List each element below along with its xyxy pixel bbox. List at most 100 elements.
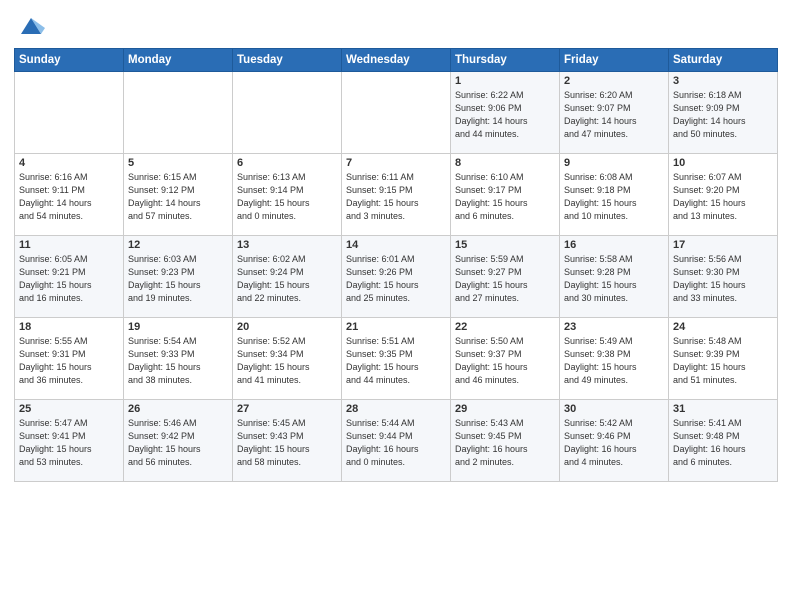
header — [14, 10, 778, 40]
day-number: 17 — [673, 239, 773, 251]
calendar-day: 30Sunrise: 5:42 AM Sunset: 9:46 PM Dayli… — [560, 400, 669, 482]
calendar-day: 15 Sunrise: 5:59 AM Sunset: 9:27 PM Dayli… — [451, 236, 560, 318]
day-number: 24 — [673, 321, 773, 333]
day-number: 27 — [237, 403, 337, 415]
day-info: Sunrise: 5:55 AM Sunset: 9:31 PM Dayligh… — [19, 335, 119, 387]
day-info: Sunrise: 6:01 AM Sunset: 9:26 PM Dayligh… — [346, 253, 446, 305]
logo-icon — [17, 12, 45, 40]
weekday-header: Saturday — [669, 49, 778, 72]
calendar-day: 23 Sunrise: 5:49 AM Sunset: 9:38 PM Dayli… — [560, 318, 669, 400]
day-info: Sunrise: 5:51 AM Sunset: 9:35 PM Dayligh… — [346, 335, 446, 387]
day-number: 10 — [673, 157, 773, 169]
day-info: Sunrise: 5:43 AM Sunset: 9:45 PM Dayligh… — [455, 417, 555, 469]
day-info: Sunrise: 6:02 AM Sunset: 9:24 PM Dayligh… — [237, 253, 337, 305]
day-number: 23 — [564, 321, 664, 333]
day-info: Sunrise: 5:48 AM Sunset: 9:39 PM Dayligh… — [673, 335, 773, 387]
day-number: 12 — [128, 239, 228, 251]
day-number: 22 — [455, 321, 555, 333]
weekday-header: Friday — [560, 49, 669, 72]
calendar-day: 24 Sunrise: 5:48 AM Sunset: 9:39 PM Dayli… — [669, 318, 778, 400]
day-number: 25 — [19, 403, 119, 415]
calendar-day: 21 Sunrise: 5:51 AM Sunset: 9:35 PM Dayli… — [342, 318, 451, 400]
day-number: 30 — [564, 403, 664, 415]
calendar-day: 7 Sunrise: 6:11 AM Sunset: 9:15 PM Daylig… — [342, 154, 451, 236]
calendar-day: 22 Sunrise: 5:50 AM Sunset: 9:37 PM Dayli… — [451, 318, 560, 400]
calendar-day: 26 Sunrise: 5:46 AM Sunset: 9:42 PM Dayli… — [124, 400, 233, 482]
calendar-week: 11Sunrise: 6:05 AM Sunset: 9:21 PM Dayli… — [15, 236, 778, 318]
day-number: 6 — [237, 157, 337, 169]
calendar-day: 1Sunrise: 6:22 AM Sunset: 9:06 PM Daylig… — [451, 72, 560, 154]
day-info: Sunrise: 6:11 AM Sunset: 9:15 PM Dayligh… — [346, 171, 446, 223]
calendar-day: 3 Sunrise: 6:18 AM Sunset: 9:09 PM Daylig… — [669, 72, 778, 154]
calendar-week: 4 Sunrise: 6:16 AM Sunset: 9:11 PM Daylig… — [15, 154, 778, 236]
day-info: Sunrise: 6:22 AM Sunset: 9:06 PM Dayligh… — [455, 89, 555, 141]
calendar-day: 28Sunrise: 5:44 AM Sunset: 9:44 PM Dayli… — [342, 400, 451, 482]
day-info: Sunrise: 6:07 AM Sunset: 9:20 PM Dayligh… — [673, 171, 773, 223]
calendar-week: 1Sunrise: 6:22 AM Sunset: 9:06 PM Daylig… — [15, 72, 778, 154]
day-number: 3 — [673, 75, 773, 87]
calendar-day — [233, 72, 342, 154]
day-number: 31 — [673, 403, 773, 415]
day-info: Sunrise: 5:41 AM Sunset: 9:48 PM Dayligh… — [673, 417, 773, 469]
day-number: 28 — [346, 403, 446, 415]
day-info: Sunrise: 5:52 AM Sunset: 9:34 PM Dayligh… — [237, 335, 337, 387]
day-info: Sunrise: 6:20 AM Sunset: 9:07 PM Dayligh… — [564, 89, 664, 141]
day-info: Sunrise: 6:08 AM Sunset: 9:18 PM Dayligh… — [564, 171, 664, 223]
day-number: 9 — [564, 157, 664, 169]
calendar-day: 29Sunrise: 5:43 AM Sunset: 9:45 PM Dayli… — [451, 400, 560, 482]
header-row: SundayMondayTuesdayWednesdayThursdayFrid… — [15, 49, 778, 72]
day-info: Sunrise: 5:50 AM Sunset: 9:37 PM Dayligh… — [455, 335, 555, 387]
day-number: 21 — [346, 321, 446, 333]
day-info: Sunrise: 5:49 AM Sunset: 9:38 PM Dayligh… — [564, 335, 664, 387]
day-number: 4 — [19, 157, 119, 169]
calendar-day: 4 Sunrise: 6:16 AM Sunset: 9:11 PM Daylig… — [15, 154, 124, 236]
calendar-day: 9 Sunrise: 6:08 AM Sunset: 9:18 PM Daylig… — [560, 154, 669, 236]
day-number: 26 — [128, 403, 228, 415]
calendar-day: 18Sunrise: 5:55 AM Sunset: 9:31 PM Dayli… — [15, 318, 124, 400]
calendar-day: 25 Sunrise: 5:47 AM Sunset: 9:41 PM Dayli… — [15, 400, 124, 482]
day-number: 2 — [564, 75, 664, 87]
calendar-week: 25 Sunrise: 5:47 AM Sunset: 9:41 PM Dayli… — [15, 400, 778, 482]
calendar-page: SundayMondayTuesdayWednesdayThursdayFrid… — [0, 0, 792, 612]
day-info: Sunrise: 5:47 AM Sunset: 9:41 PM Dayligh… — [19, 417, 119, 469]
calendar-day: 31 Sunrise: 5:41 AM Sunset: 9:48 PM Dayli… — [669, 400, 778, 482]
day-number: 5 — [128, 157, 228, 169]
weekday-header: Tuesday — [233, 49, 342, 72]
day-number: 19 — [128, 321, 228, 333]
weekday-header: Sunday — [15, 49, 124, 72]
day-number: 15 — [455, 239, 555, 251]
day-info: Sunrise: 6:05 AM Sunset: 9:21 PM Dayligh… — [19, 253, 119, 305]
calendar-day: 2 Sunrise: 6:20 AM Sunset: 9:07 PM Daylig… — [560, 72, 669, 154]
day-number: 7 — [346, 157, 446, 169]
day-info: Sunrise: 6:18 AM Sunset: 9:09 PM Dayligh… — [673, 89, 773, 141]
weekday-header: Monday — [124, 49, 233, 72]
calendar-day: 13 Sunrise: 6:02 AM Sunset: 9:24 PM Dayli… — [233, 236, 342, 318]
calendar-day — [124, 72, 233, 154]
calendar-day: 27 Sunrise: 5:45 AM Sunset: 9:43 PM Dayli… — [233, 400, 342, 482]
calendar-day: 10 Sunrise: 6:07 AM Sunset: 9:20 PM Dayli… — [669, 154, 778, 236]
day-number: 20 — [237, 321, 337, 333]
calendar-day: 5 Sunrise: 6:15 AM Sunset: 9:12 PM Daylig… — [124, 154, 233, 236]
weekday-header: Thursday — [451, 49, 560, 72]
day-info: Sunrise: 6:03 AM Sunset: 9:23 PM Dayligh… — [128, 253, 228, 305]
day-info: Sunrise: 5:56 AM Sunset: 9:30 PM Dayligh… — [673, 253, 773, 305]
calendar-table: SundayMondayTuesdayWednesdayThursdayFrid… — [14, 48, 778, 482]
day-info: Sunrise: 6:15 AM Sunset: 9:12 PM Dayligh… — [128, 171, 228, 223]
calendar-day — [15, 72, 124, 154]
day-info: Sunrise: 6:13 AM Sunset: 9:14 PM Dayligh… — [237, 171, 337, 223]
calendar-day: 8Sunrise: 6:10 AM Sunset: 9:17 PM Daylig… — [451, 154, 560, 236]
day-info: Sunrise: 5:45 AM Sunset: 9:43 PM Dayligh… — [237, 417, 337, 469]
day-info: Sunrise: 5:46 AM Sunset: 9:42 PM Dayligh… — [128, 417, 228, 469]
day-number: 16 — [564, 239, 664, 251]
day-info: Sunrise: 6:16 AM Sunset: 9:11 PM Dayligh… — [19, 171, 119, 223]
calendar-day: 6 Sunrise: 6:13 AM Sunset: 9:14 PM Daylig… — [233, 154, 342, 236]
day-info: Sunrise: 5:54 AM Sunset: 9:33 PM Dayligh… — [128, 335, 228, 387]
day-number: 13 — [237, 239, 337, 251]
calendar-week: 18Sunrise: 5:55 AM Sunset: 9:31 PM Dayli… — [15, 318, 778, 400]
calendar-day: 14Sunrise: 6:01 AM Sunset: 9:26 PM Dayli… — [342, 236, 451, 318]
day-info: Sunrise: 5:58 AM Sunset: 9:28 PM Dayligh… — [564, 253, 664, 305]
calendar-day: 19 Sunrise: 5:54 AM Sunset: 9:33 PM Dayli… — [124, 318, 233, 400]
day-info: Sunrise: 5:59 AM Sunset: 9:27 PM Dayligh… — [455, 253, 555, 305]
calendar-day: 20 Sunrise: 5:52 AM Sunset: 9:34 PM Dayli… — [233, 318, 342, 400]
calendar-day: 16 Sunrise: 5:58 AM Sunset: 9:28 PM Dayli… — [560, 236, 669, 318]
